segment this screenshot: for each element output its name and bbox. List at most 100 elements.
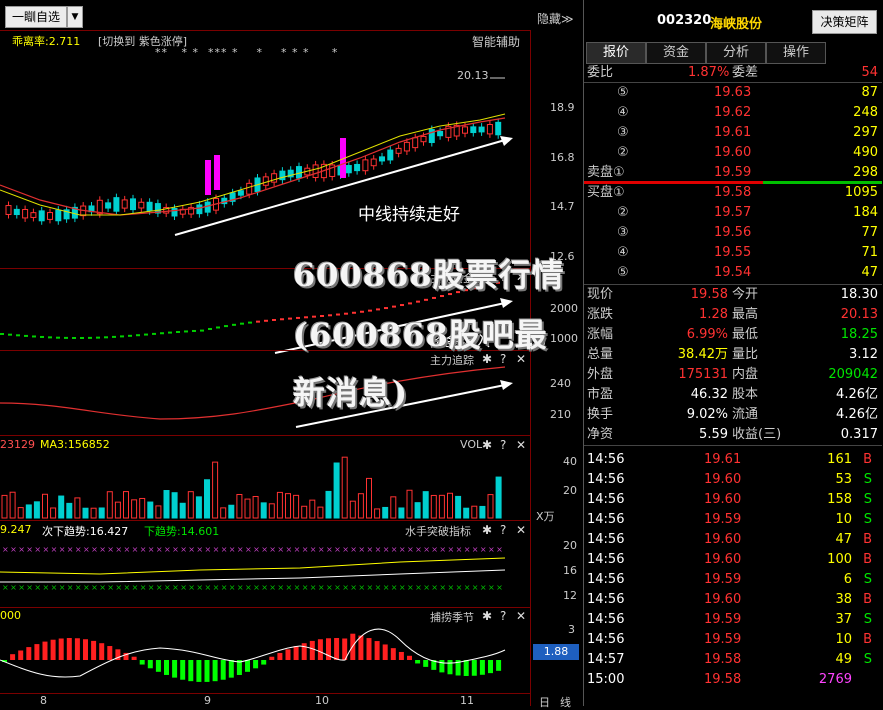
volume-bar (438, 494, 445, 519)
trade-time: 14:56 (587, 472, 625, 487)
candle (412, 137, 419, 149)
ask-label: ③ (617, 125, 629, 140)
fund-dot (40, 335, 44, 338)
hide-button[interactable]: 隐藏≫ (537, 10, 574, 27)
signal-mark: × (310, 583, 317, 592)
signal-mark: × (124, 583, 131, 592)
bid-price: 19.55 (714, 245, 752, 260)
signal-mark: × (172, 583, 179, 592)
gear-icon[interactable]: ✱ (482, 523, 492, 537)
candle (146, 201, 153, 212)
fund-dot (120, 335, 124, 338)
signal-mark: × (34, 545, 41, 554)
watermark-line3: 新消息) (293, 374, 409, 412)
fund-dot (168, 331, 172, 334)
signal-mark: × (115, 545, 122, 554)
signal-mark: × (140, 583, 147, 592)
signal-mark: × (148, 583, 155, 592)
assist-label[interactable]: 智能辅助 (472, 33, 520, 50)
season-bar (358, 635, 364, 660)
signal-mark: × (75, 545, 82, 554)
season-bar (18, 650, 24, 660)
period-day-button[interactable]: 日 (539, 694, 550, 710)
volume-bar (82, 507, 89, 519)
divider (0, 435, 530, 436)
period-line-button[interactable]: 线 (560, 694, 571, 710)
signal-mark: × (245, 583, 252, 592)
tab-operate[interactable]: 操作 (766, 42, 826, 64)
trade-time: 14:57 (587, 652, 625, 667)
volume-bar (260, 502, 267, 519)
signal-mark: × (456, 583, 463, 592)
fund-dot (232, 323, 236, 326)
x-tick: 8 (40, 694, 47, 707)
decision-matrix-button[interactable]: 决策矩阵 (812, 10, 877, 34)
stat-row: 净资 5.59 收益(三) 0.317 (584, 425, 882, 445)
signal-mark: × (480, 583, 487, 592)
close-icon[interactable]: ✕ (516, 523, 526, 537)
volume-bar (285, 493, 291, 519)
vol-tick: 40 (563, 455, 577, 468)
trade-time: 14:56 (587, 532, 625, 547)
signal-mark: × (180, 583, 187, 592)
season-bar (471, 660, 477, 676)
volume-bar (195, 496, 202, 519)
watchlist-button[interactable]: 一瞓自选 (5, 6, 68, 28)
bid-volume: 1095 (844, 185, 878, 200)
stat-value: 175131 (678, 367, 728, 382)
fund-dot (96, 336, 100, 339)
help-icon[interactable]: ? (500, 523, 506, 537)
signal-mark: × (342, 583, 349, 592)
trend-mid: 次下趋势:16.427 (42, 525, 129, 538)
season-bar (99, 643, 105, 660)
volume-bar (430, 494, 437, 519)
bid-row: ③ 19.56 77 (584, 223, 882, 243)
stock-code: 002320 (657, 13, 712, 28)
candle (403, 141, 410, 152)
signal-mark: × (431, 583, 438, 592)
signal-mark: × (91, 545, 98, 554)
track-tick: 210 (550, 408, 571, 421)
signal-mark: × (2, 583, 9, 592)
chevron-down-icon[interactable]: ▼ (67, 6, 83, 28)
signal-mark: × (399, 583, 406, 592)
tab-quote[interactable]: 报价 (586, 42, 646, 64)
ask-label: ② (617, 145, 629, 160)
tab-funds[interactable]: 资金 (646, 42, 706, 64)
stat-label: 流通 (732, 407, 759, 422)
webi-row: 委比 1.87% 委差 54 (584, 63, 882, 83)
bid-row: ② 19.57 184 (584, 203, 882, 223)
tab-analysis[interactable]: 分析 (706, 42, 766, 64)
volume-bar (471, 505, 478, 519)
season-bar (301, 643, 307, 660)
ask-row: ④ 19.62 248 (584, 103, 882, 123)
trade-time: 15:00 (587, 672, 625, 687)
signal-mark: × (156, 545, 163, 554)
volume-bar (309, 499, 316, 519)
signal-mark: × (172, 545, 179, 554)
volume-bar (293, 494, 300, 519)
signal-mark: × (26, 583, 33, 592)
signal-mark: × (415, 583, 422, 592)
season-bar (212, 660, 218, 682)
season-tick: 3 (568, 623, 575, 636)
signal-mark: × (488, 583, 495, 592)
candle (113, 197, 120, 212)
trend-left: 9.247 (0, 523, 32, 536)
trade-row: 14:56 19.59 37 S (584, 610, 882, 630)
volume-bar (131, 499, 138, 519)
fund-dot (184, 330, 188, 333)
signal-mark: × (448, 583, 455, 592)
signal-mark: × (261, 545, 268, 554)
stat-label: 换手 (587, 407, 614, 422)
stat-label: 最低 (732, 327, 759, 342)
candle (5, 205, 12, 215)
fund-dot (64, 336, 68, 339)
season-bar (155, 660, 161, 672)
signal-mark: × (245, 545, 252, 554)
volume-bar (244, 498, 251, 519)
trade-side: B (863, 592, 872, 607)
candle (30, 212, 37, 218)
bid-label: ③ (617, 225, 629, 240)
volume-bar (463, 507, 470, 519)
